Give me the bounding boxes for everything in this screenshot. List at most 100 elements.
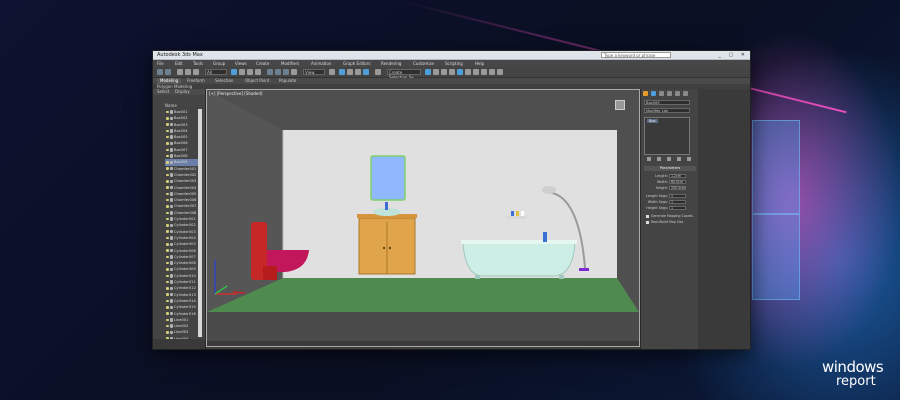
select-object-icon[interactable] (231, 69, 237, 75)
visibility-icon[interactable] (166, 154, 169, 158)
menu-edit[interactable]: Edit (175, 60, 183, 67)
scale-icon[interactable] (283, 69, 289, 75)
length-spinner[interactable]: 1.2cm (669, 174, 686, 178)
schematic-view-icon[interactable] (465, 69, 471, 75)
configure-sets-icon[interactable] (687, 157, 691, 161)
visibility-icon[interactable] (166, 205, 169, 208)
visibility-icon[interactable] (166, 287, 169, 290)
visibility-icon[interactable] (166, 186, 169, 189)
snaps-toggle-icon[interactable] (339, 69, 345, 75)
viewcube-icon[interactable] (615, 100, 625, 110)
name-column-header[interactable]: Name (165, 103, 177, 108)
visibility-icon[interactable] (166, 261, 169, 265)
menu-tools[interactable]: Tools (193, 60, 203, 67)
modify-tab-icon[interactable] (651, 91, 656, 96)
visibility-icon[interactable] (166, 129, 169, 133)
edit-named-selection-icon[interactable] (375, 69, 381, 75)
visibility-icon[interactable] (166, 180, 169, 183)
visibility-icon[interactable] (166, 110, 169, 114)
visibility-icon[interactable] (166, 324, 169, 328)
angle-snap-icon[interactable] (347, 69, 353, 75)
remove-modifier-icon[interactable] (677, 157, 681, 161)
curve-editor-icon[interactable] (457, 69, 463, 75)
pin-stack-icon[interactable] (647, 157, 651, 161)
visibility-icon[interactable] (166, 312, 169, 315)
visibility-icon[interactable] (166, 274, 169, 278)
visibility-icon[interactable] (166, 306, 169, 309)
visibility-icon[interactable] (166, 255, 169, 259)
select-by-name-icon[interactable] (239, 69, 245, 75)
visibility-icon[interactable] (166, 161, 169, 164)
visibility-icon[interactable] (166, 211, 169, 215)
material-editor-icon[interactable] (473, 69, 479, 75)
spinner-snap-icon[interactable] (363, 69, 369, 75)
menu-help[interactable]: Help (475, 60, 484, 67)
modifier-stack[interactable]: Box (644, 117, 690, 155)
render-setup-icon[interactable] (481, 69, 487, 75)
align-icon[interactable] (433, 69, 439, 75)
visibility-icon[interactable] (166, 293, 169, 296)
real-world-map-size-checkbox[interactable]: Real-World Map Size (646, 220, 698, 225)
make-unique-icon[interactable] (667, 157, 671, 161)
menu-group[interactable]: Group (213, 60, 225, 67)
undo-icon[interactable] (157, 69, 163, 75)
link-icon[interactable] (177, 69, 183, 75)
menu-graph-editors[interactable]: Graph Editors (343, 60, 370, 67)
visibility-icon[interactable] (166, 230, 169, 233)
layer-explorer-icon[interactable] (441, 69, 447, 75)
menu-customize[interactable]: Customize (413, 60, 434, 67)
selection-region-icon[interactable] (247, 69, 253, 75)
create-tab-icon[interactable] (643, 91, 648, 96)
rendered-frame-window-icon[interactable] (489, 69, 495, 75)
visibility-icon[interactable] (166, 198, 169, 202)
visibility-icon[interactable] (166, 224, 169, 227)
tab-select[interactable]: Select (157, 89, 169, 95)
percent-snap-icon[interactable] (355, 69, 361, 75)
pivot-center-icon[interactable] (329, 69, 335, 75)
menu-create[interactable]: Create (256, 60, 269, 67)
visibility-icon[interactable] (166, 268, 169, 271)
toggle-ribbon-icon[interactable] (449, 69, 455, 75)
height-spinner[interactable]: 200.0cm (669, 186, 686, 190)
visibility-icon[interactable] (166, 243, 169, 246)
width-segs-spinner[interactable]: 1 (669, 200, 686, 204)
perspective-viewport[interactable]: [+] [Perspective] [Shaded] (206, 89, 640, 347)
visibility-icon[interactable] (166, 167, 169, 170)
move-icon[interactable] (267, 69, 273, 75)
parameters-title[interactable]: Parameters (644, 166, 696, 171)
visibility-icon[interactable] (166, 148, 169, 152)
menu-views[interactable]: Views (235, 60, 247, 67)
visibility-icon[interactable] (166, 192, 169, 196)
visibility-icon[interactable] (166, 249, 169, 252)
place-icon[interactable] (291, 69, 297, 75)
visibility-icon[interactable] (166, 318, 169, 322)
unlink-icon[interactable] (185, 69, 191, 75)
height-segs-spinner[interactable]: 1 (669, 206, 686, 210)
selection-filter-dropdown[interactable]: All (205, 69, 227, 75)
window-controls[interactable]: _ ▢ ✕ (718, 51, 748, 59)
generate-mapping-checkbox[interactable]: Generate Mapping Coords. (646, 214, 698, 219)
visibility-icon[interactable] (166, 280, 169, 284)
search-input[interactable]: Type a keyword or phrase (601, 52, 671, 58)
bind-space-warp-icon[interactable] (193, 69, 199, 75)
motion-tab-icon[interactable] (667, 91, 672, 96)
visibility-icon[interactable] (166, 217, 169, 221)
visibility-icon[interactable] (166, 117, 169, 120)
named-selection-set-dropdown[interactable]: Create Selection Se (387, 69, 421, 80)
object-name-field[interactable]: Box009 (644, 100, 690, 105)
reference-coordinate-dropdown[interactable]: View (303, 69, 325, 75)
menu-file[interactable]: File (157, 60, 164, 67)
menu-modifiers[interactable]: Modifiers (281, 60, 299, 67)
hierarchy-tab-icon[interactable] (659, 91, 664, 96)
visibility-icon[interactable] (166, 142, 169, 145)
tab-display[interactable]: Display (175, 89, 190, 95)
display-tab-icon[interactable] (675, 91, 680, 96)
mirror-icon[interactable] (425, 69, 431, 75)
menu-animation[interactable]: Animation (311, 60, 331, 67)
visibility-icon[interactable] (166, 173, 169, 177)
visibility-icon[interactable] (166, 123, 169, 126)
utilities-tab-icon[interactable] (683, 91, 688, 96)
modifier-list-dropdown[interactable]: Modifier List (644, 108, 690, 113)
visibility-icon[interactable] (166, 135, 169, 139)
rotate-icon[interactable] (275, 69, 281, 75)
